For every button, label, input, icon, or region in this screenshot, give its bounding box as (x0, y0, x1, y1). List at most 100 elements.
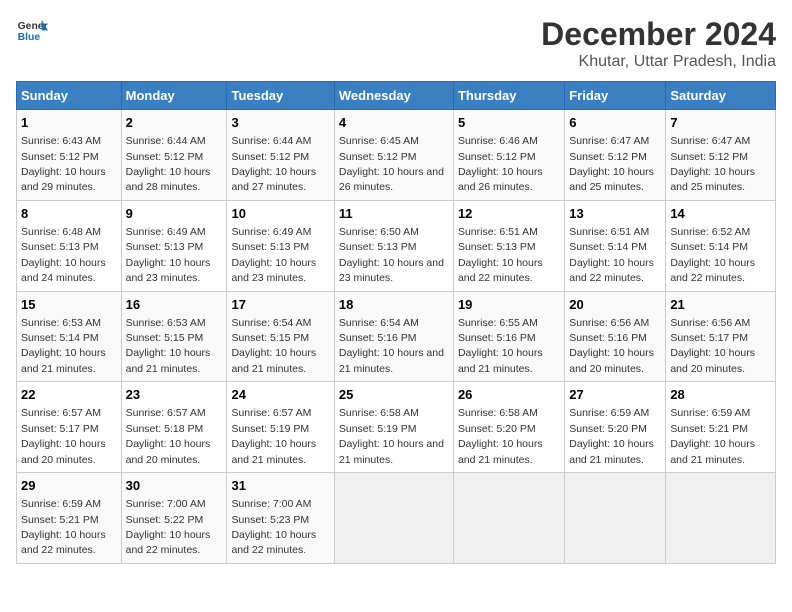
day-info: Sunrise: 6:49 AMSunset: 5:13 PMDaylight:… (126, 226, 211, 284)
header-cell-friday: Friday (565, 82, 666, 110)
day-cell: 12 Sunrise: 6:51 AMSunset: 5:13 PMDaylig… (453, 200, 564, 291)
day-number: 20 (569, 296, 661, 314)
day-number: 30 (126, 477, 223, 495)
day-cell: 1 Sunrise: 6:43 AMSunset: 5:12 PMDayligh… (17, 110, 122, 201)
day-number: 8 (21, 205, 117, 223)
week-row: 22 Sunrise: 6:57 AMSunset: 5:17 PMDaylig… (17, 382, 776, 473)
day-cell: 22 Sunrise: 6:57 AMSunset: 5:17 PMDaylig… (17, 382, 122, 473)
day-info: Sunrise: 6:49 AMSunset: 5:13 PMDaylight:… (231, 226, 316, 284)
logo-icon: General Blue (16, 16, 48, 44)
day-cell: 8 Sunrise: 6:48 AMSunset: 5:13 PMDayligh… (17, 200, 122, 291)
day-number: 31 (231, 477, 329, 495)
header-cell-saturday: Saturday (666, 82, 776, 110)
day-number: 14 (670, 205, 771, 223)
day-cell: 15 Sunrise: 6:53 AMSunset: 5:14 PMDaylig… (17, 291, 122, 382)
day-number: 29 (21, 477, 117, 495)
day-number: 5 (458, 114, 560, 132)
day-info: Sunrise: 6:44 AMSunset: 5:12 PMDaylight:… (231, 135, 316, 193)
day-info: Sunrise: 6:59 AMSunset: 5:20 PMDaylight:… (569, 407, 654, 465)
day-number: 19 (458, 296, 560, 314)
day-cell: 14 Sunrise: 6:52 AMSunset: 5:14 PMDaylig… (666, 200, 776, 291)
page-title: December 2024 (541, 16, 776, 53)
header-cell-monday: Monday (121, 82, 227, 110)
day-number: 23 (126, 386, 223, 404)
day-cell: 11 Sunrise: 6:50 AMSunset: 5:13 PMDaylig… (334, 200, 453, 291)
day-cell: 6 Sunrise: 6:47 AMSunset: 5:12 PMDayligh… (565, 110, 666, 201)
day-info: Sunrise: 6:57 AMSunset: 5:19 PMDaylight:… (231, 407, 316, 465)
day-info: Sunrise: 6:44 AMSunset: 5:12 PMDaylight:… (126, 135, 211, 193)
page-header: General Blue December 2024 Khutar, Uttar… (16, 16, 776, 71)
day-cell: 16 Sunrise: 6:53 AMSunset: 5:15 PMDaylig… (121, 291, 227, 382)
day-info: Sunrise: 6:55 AMSunset: 5:16 PMDaylight:… (458, 317, 543, 375)
day-cell: 3 Sunrise: 6:44 AMSunset: 5:12 PMDayligh… (227, 110, 334, 201)
day-cell (565, 473, 666, 564)
day-cell: 27 Sunrise: 6:59 AMSunset: 5:20 PMDaylig… (565, 382, 666, 473)
day-cell: 24 Sunrise: 6:57 AMSunset: 5:19 PMDaylig… (227, 382, 334, 473)
day-info: Sunrise: 6:59 AMSunset: 5:21 PMDaylight:… (670, 407, 755, 465)
day-number: 28 (670, 386, 771, 404)
day-info: Sunrise: 6:47 AMSunset: 5:12 PMDaylight:… (670, 135, 755, 193)
day-info: Sunrise: 6:45 AMSunset: 5:12 PMDaylight:… (339, 135, 444, 193)
page-subtitle: Khutar, Uttar Pradesh, India (541, 53, 776, 71)
day-number: 11 (339, 205, 449, 223)
day-cell: 5 Sunrise: 6:46 AMSunset: 5:12 PMDayligh… (453, 110, 564, 201)
day-number: 25 (339, 386, 449, 404)
header-cell-thursday: Thursday (453, 82, 564, 110)
day-number: 27 (569, 386, 661, 404)
day-info: Sunrise: 6:59 AMSunset: 5:21 PMDaylight:… (21, 498, 106, 556)
header-row: SundayMondayTuesdayWednesdayThursdayFrid… (17, 82, 776, 110)
day-cell: 18 Sunrise: 6:54 AMSunset: 5:16 PMDaylig… (334, 291, 453, 382)
day-info: Sunrise: 6:51 AMSunset: 5:13 PMDaylight:… (458, 226, 543, 284)
day-number: 9 (126, 205, 223, 223)
day-info: Sunrise: 6:52 AMSunset: 5:14 PMDaylight:… (670, 226, 755, 284)
day-cell: 10 Sunrise: 6:49 AMSunset: 5:13 PMDaylig… (227, 200, 334, 291)
day-number: 26 (458, 386, 560, 404)
day-cell: 23 Sunrise: 6:57 AMSunset: 5:18 PMDaylig… (121, 382, 227, 473)
day-cell: 20 Sunrise: 6:56 AMSunset: 5:16 PMDaylig… (565, 291, 666, 382)
day-number: 1 (21, 114, 117, 132)
day-info: Sunrise: 6:46 AMSunset: 5:12 PMDaylight:… (458, 135, 543, 193)
day-info: Sunrise: 6:50 AMSunset: 5:13 PMDaylight:… (339, 226, 444, 284)
day-info: Sunrise: 6:57 AMSunset: 5:18 PMDaylight:… (126, 407, 211, 465)
header-cell-wednesday: Wednesday (334, 82, 453, 110)
day-cell: 7 Sunrise: 6:47 AMSunset: 5:12 PMDayligh… (666, 110, 776, 201)
day-cell: 30 Sunrise: 7:00 AMSunset: 5:22 PMDaylig… (121, 473, 227, 564)
logo: General Blue (16, 16, 48, 44)
day-info: Sunrise: 6:47 AMSunset: 5:12 PMDaylight:… (569, 135, 654, 193)
day-number: 6 (569, 114, 661, 132)
day-info: Sunrise: 7:00 AMSunset: 5:23 PMDaylight:… (231, 498, 316, 556)
day-number: 2 (126, 114, 223, 132)
day-cell: 26 Sunrise: 6:58 AMSunset: 5:20 PMDaylig… (453, 382, 564, 473)
day-number: 18 (339, 296, 449, 314)
day-info: Sunrise: 6:54 AMSunset: 5:15 PMDaylight:… (231, 317, 316, 375)
day-info: Sunrise: 6:43 AMSunset: 5:12 PMDaylight:… (21, 135, 106, 193)
day-number: 16 (126, 296, 223, 314)
day-cell: 2 Sunrise: 6:44 AMSunset: 5:12 PMDayligh… (121, 110, 227, 201)
day-info: Sunrise: 6:58 AMSunset: 5:20 PMDaylight:… (458, 407, 543, 465)
day-cell: 9 Sunrise: 6:49 AMSunset: 5:13 PMDayligh… (121, 200, 227, 291)
day-number: 3 (231, 114, 329, 132)
day-number: 4 (339, 114, 449, 132)
day-cell: 25 Sunrise: 6:58 AMSunset: 5:19 PMDaylig… (334, 382, 453, 473)
day-number: 17 (231, 296, 329, 314)
day-number: 22 (21, 386, 117, 404)
day-number: 21 (670, 296, 771, 314)
day-number: 15 (21, 296, 117, 314)
day-number: 7 (670, 114, 771, 132)
day-info: Sunrise: 6:53 AMSunset: 5:14 PMDaylight:… (21, 317, 106, 375)
day-info: Sunrise: 6:53 AMSunset: 5:15 PMDaylight:… (126, 317, 211, 375)
title-block: December 2024 Khutar, Uttar Pradesh, Ind… (541, 16, 776, 71)
day-number: 10 (231, 205, 329, 223)
calendar-table: SundayMondayTuesdayWednesdayThursdayFrid… (16, 81, 776, 564)
day-cell: 19 Sunrise: 6:55 AMSunset: 5:16 PMDaylig… (453, 291, 564, 382)
week-row: 29 Sunrise: 6:59 AMSunset: 5:21 PMDaylig… (17, 473, 776, 564)
week-row: 1 Sunrise: 6:43 AMSunset: 5:12 PMDayligh… (17, 110, 776, 201)
day-cell: 4 Sunrise: 6:45 AMSunset: 5:12 PMDayligh… (334, 110, 453, 201)
day-cell: 13 Sunrise: 6:51 AMSunset: 5:14 PMDaylig… (565, 200, 666, 291)
day-cell: 21 Sunrise: 6:56 AMSunset: 5:17 PMDaylig… (666, 291, 776, 382)
week-row: 15 Sunrise: 6:53 AMSunset: 5:14 PMDaylig… (17, 291, 776, 382)
day-cell (334, 473, 453, 564)
day-cell: 29 Sunrise: 6:59 AMSunset: 5:21 PMDaylig… (17, 473, 122, 564)
day-info: Sunrise: 6:56 AMSunset: 5:17 PMDaylight:… (670, 317, 755, 375)
day-info: Sunrise: 6:54 AMSunset: 5:16 PMDaylight:… (339, 317, 444, 375)
